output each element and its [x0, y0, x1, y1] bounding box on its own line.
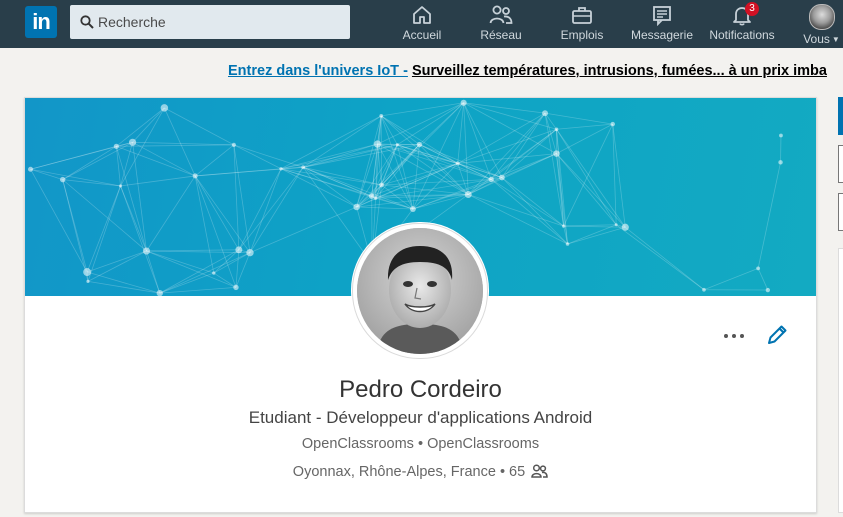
- nav-jobs-label: Emplois: [560, 28, 604, 42]
- profile-company[interactable]: OpenClassrooms: [302, 436, 414, 452]
- nav-jobs[interactable]: Emplois: [559, 4, 605, 46]
- messaging-icon: [653, 6, 671, 26]
- nav-network-label: Réseau: [480, 28, 522, 42]
- network-icon: [489, 5, 513, 24]
- user-avatar-icon: [808, 4, 835, 30]
- sponsored-ad-line[interactable]: Entrez dans l'univers IoT - Surveillez t…: [228, 63, 843, 79]
- connections-count[interactable]: 65: [509, 464, 525, 480]
- top-nav-bar: in Accueil Réseau Emplois: [0, 0, 843, 48]
- dot-icon: [740, 334, 744, 338]
- separator-dot: •: [499, 464, 506, 480]
- right-panel-button-tertiary[interactable]: [838, 193, 843, 231]
- home-icon: [413, 6, 431, 24]
- profile-location: Oyonnax, Rhône-Alpes, France: [292, 464, 496, 480]
- profile-card: Pedro Cordeiro Etudiant - Développeur d'…: [24, 97, 817, 513]
- right-panel-button-secondary[interactable]: [838, 145, 843, 183]
- nav-home-label: Accueil: [402, 28, 442, 42]
- profile-photo[interactable]: [352, 223, 488, 359]
- person-portrait-icon: [357, 228, 483, 354]
- linkedin-logo[interactable]: in: [25, 6, 57, 38]
- nav-messaging-label: Messagerie: [630, 28, 694, 42]
- right-panel-card: [838, 248, 843, 513]
- more-options-button[interactable]: [722, 324, 750, 346]
- profile-photo-image: [357, 228, 483, 354]
- pencil-icon: [768, 325, 787, 344]
- search-icon: [80, 15, 94, 29]
- dot-icon: [732, 334, 736, 338]
- ad-link[interactable]: Entrez dans l'univers IoT -: [228, 63, 408, 79]
- profile-location-line: Oyonnax, Rhône-Alpes, France • 65: [25, 464, 816, 480]
- ad-text[interactable]: Surveillez températures, intrusions, fum…: [412, 63, 827, 79]
- profile-headline: Etudiant - Développeur d'applications An…: [248, 408, 593, 427]
- nav-me[interactable]: Vous ▼: [800, 4, 843, 46]
- nav-home[interactable]: Accueil: [399, 4, 445, 46]
- briefcase-icon: [572, 7, 592, 24]
- nav-me-label: Vous ▼: [803, 32, 840, 46]
- profile-name: Pedro Cordeiro: [339, 376, 502, 403]
- separator-dot: •: [417, 436, 424, 452]
- connections-icon: [531, 464, 548, 478]
- profile-organizations: OpenClassrooms • OpenClassrooms: [25, 436, 816, 452]
- notification-badge: 3: [745, 2, 759, 16]
- profile-school[interactable]: OpenClassrooms: [427, 436, 539, 452]
- nav-network[interactable]: Réseau: [478, 4, 524, 46]
- edit-profile-button[interactable]: [764, 322, 790, 348]
- nav-notifications-label: Notifications: [709, 28, 775, 42]
- caret-down-icon: ▼: [831, 35, 840, 44]
- right-panel-button-primary[interactable]: [838, 97, 843, 135]
- nav-messaging[interactable]: Messagerie: [630, 4, 694, 46]
- nav-notifications[interactable]: 3 Notifications: [706, 2, 778, 46]
- search-box[interactable]: [70, 5, 350, 39]
- dot-icon: [724, 334, 728, 338]
- search-input[interactable]: [98, 5, 338, 39]
